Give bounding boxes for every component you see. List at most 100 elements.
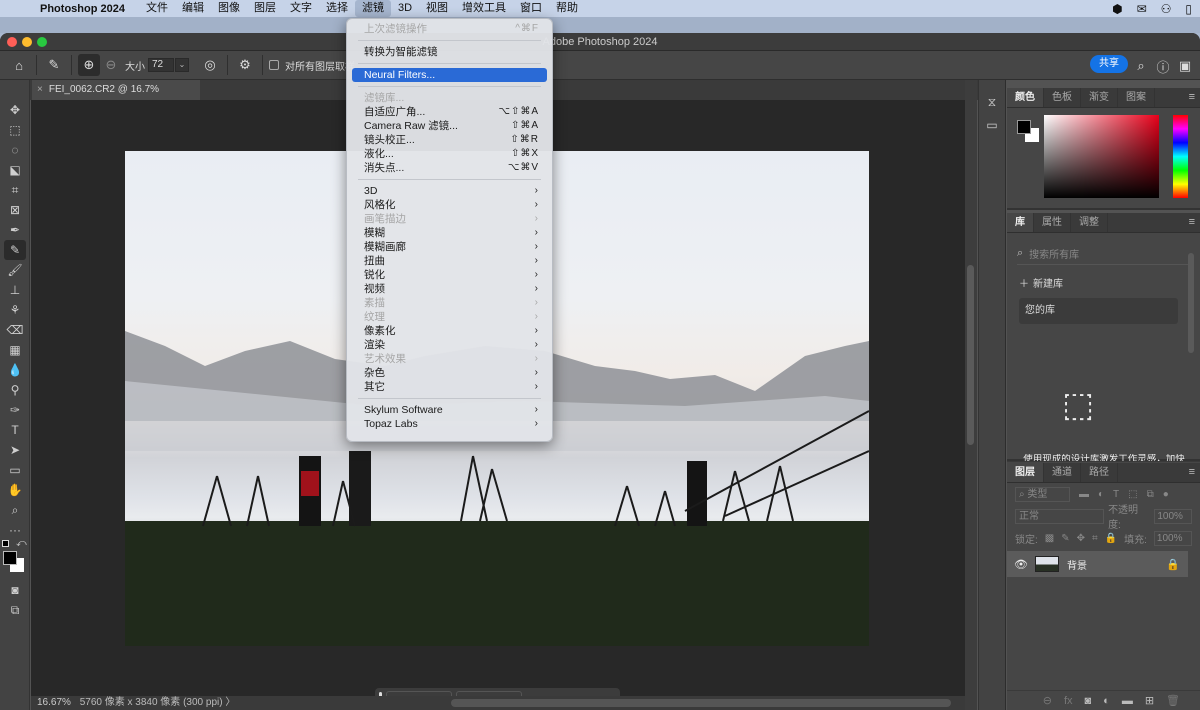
menu-file[interactable]: 文件: [139, 0, 175, 17]
color-field[interactable]: [1044, 115, 1159, 198]
extension-icon[interactable]: ⬢: [1112, 2, 1122, 16]
filter-menu-item[interactable]: 其它 ›: [352, 380, 547, 394]
tab-gradients[interactable]: 渐变: [1081, 88, 1118, 107]
filter-menu-item[interactable]: 消失点... ⌥⌘V: [352, 161, 547, 175]
library-search-input[interactable]: 搜索所有库: [1029, 246, 1079, 261]
gear-icon[interactable]: ⚙: [234, 54, 256, 76]
close-tab-icon[interactable]: ×: [37, 84, 43, 95]
foreground-color-swatch[interactable]: [3, 551, 17, 565]
tab-paths[interactable]: 路径: [1081, 463, 1118, 482]
swap-colors-icon[interactable]: ⤺: [16, 538, 27, 549]
new-adjustment-layer-icon[interactable]: ◐: [1103, 695, 1110, 707]
blur-tool-icon[interactable]: 💧: [0, 360, 30, 380]
size-input[interactable]: 72: [148, 58, 174, 72]
opacity-input[interactable]: 100%: [1154, 508, 1192, 524]
lock-all-icon[interactable]: 🔒: [1105, 533, 1117, 544]
lock-pixels-icon[interactable]: ✎: [1061, 533, 1069, 544]
filter-menu-item[interactable]: 视频 ›: [352, 282, 547, 296]
filter-menu-item[interactable]: 3D ›: [352, 184, 547, 198]
wechat-icon[interactable]: ✉: [1137, 2, 1147, 16]
home-icon[interactable]: ⌂: [8, 54, 30, 76]
menu-filter[interactable]: 滤镜: [354, 0, 391, 17]
tab-channels[interactable]: 通道: [1044, 463, 1081, 482]
lock-position-icon[interactable]: ✥: [1077, 533, 1085, 544]
filter-menu-item[interactable]: 像素化 ›: [352, 324, 547, 338]
filter-menu-item[interactable]: 杂色 ›: [352, 366, 547, 380]
library-search[interactable]: ⌕ 搜索所有库: [1017, 243, 1190, 265]
zoom-tool-icon[interactable]: ⌕: [0, 500, 30, 520]
filter-menu-item[interactable]: 扭曲 ›: [352, 254, 547, 268]
default-colors-icon[interactable]: [2, 540, 9, 547]
menu-edit[interactable]: 编辑: [175, 0, 211, 17]
type-tool-icon[interactable]: T: [0, 420, 30, 440]
visibility-eye-icon[interactable]: 👁: [1007, 558, 1035, 571]
zoom-level[interactable]: 16.67%: [37, 697, 71, 708]
history-panel-icon[interactable]: ⧖: [979, 95, 1005, 110]
more-tools-icon[interactable]: ···: [0, 520, 30, 540]
menu-select[interactable]: 选择: [319, 0, 355, 17]
fill-input[interactable]: 100%: [1153, 530, 1192, 546]
filter-menu-item[interactable]: 镜头校正... ⇧⌘R: [352, 133, 547, 147]
color-swatches[interactable]: ⤺: [0, 538, 29, 580]
blend-mode-select[interactable]: 正常: [1015, 508, 1105, 524]
tab-color[interactable]: 颜色: [1007, 88, 1044, 107]
filter-menu-item[interactable]: Skylum Software ›: [352, 403, 547, 417]
layer-style-fx-icon[interactable]: fx: [1064, 695, 1073, 707]
subtract-mode-icon[interactable]: ⊖: [100, 54, 122, 76]
lock-transparency-icon[interactable]: ▩: [1045, 533, 1054, 544]
gradient-tool-icon[interactable]: ▦: [0, 340, 30, 360]
menu-plugins[interactable]: 增效工具: [455, 0, 513, 17]
healing-brush-tool-icon[interactable]: ✎: [4, 240, 26, 260]
path-selection-tool-icon[interactable]: ➤: [0, 440, 30, 460]
menu-image[interactable]: 图像: [211, 0, 247, 17]
mouse-icon[interactable]: ▯: [1185, 2, 1192, 16]
library-scrollbar[interactable]: [1188, 253, 1194, 353]
healing-brush-tool-icon[interactable]: ✎: [43, 54, 65, 76]
pen-tool-icon[interactable]: ✑: [0, 400, 30, 420]
vertical-scrollbar[interactable]: [965, 80, 977, 710]
panel-menu-icon[interactable]: ≡: [1189, 216, 1195, 228]
filter-menu-item[interactable]: Camera Raw 滤镜... ⇧⌘A: [352, 119, 547, 133]
new-layer-icon[interactable]: ⊞: [1145, 694, 1154, 707]
creative-cloud-icon[interactable]: ⚇: [1161, 2, 1172, 16]
lock-artboard-icon[interactable]: ⌗: [1092, 533, 1098, 544]
filter-smart-object-icon[interactable]: ⧉: [1147, 489, 1154, 500]
info-arrow[interactable]: 〉: [225, 697, 235, 708]
share-button[interactable]: 共享: [1090, 55, 1128, 73]
panel-menu-icon[interactable]: ≡: [1189, 91, 1195, 103]
panel-menu-icon[interactable]: ≡: [1189, 466, 1195, 478]
menu-layer[interactable]: 图层: [247, 0, 283, 17]
filter-menu-item[interactable]: 渲染 ›: [352, 338, 547, 352]
link-layers-icon[interactable]: ⊖: [1043, 694, 1052, 707]
filter-menu-item[interactable]: 转换为智能滤镜: [352, 45, 547, 59]
vertical-scrollbar-thumb[interactable]: [967, 265, 974, 445]
hue-slider[interactable]: [1173, 115, 1188, 198]
horizontal-scrollbar[interactable]: [451, 699, 951, 707]
quick-mask-icon[interactable]: ◙: [0, 580, 30, 600]
document-tab[interactable]: ×FEI_0062.CR2 @ 16.7%(RGB/16): [32, 80, 200, 115]
new-library-button[interactable]: ＋新建库: [1019, 275, 1200, 290]
filter-menu-item[interactable]: 模糊 ›: [352, 226, 547, 240]
tab-properties[interactable]: 属性: [1034, 213, 1071, 232]
filter-toggle[interactable]: ●: [1163, 489, 1169, 500]
filter-menu-item[interactable]: 自适应广角... ⌥⇧⌘A: [352, 105, 547, 119]
app-menu[interactable]: Photoshop 2024: [40, 3, 125, 15]
brush-tool-icon[interactable]: 🖌: [0, 260, 30, 280]
foreground-color-chip[interactable]: [1017, 120, 1031, 134]
tab-swatches[interactable]: 色板: [1044, 88, 1081, 107]
eyedropper-tool-icon[interactable]: ✒: [0, 220, 30, 240]
crop-tool-icon[interactable]: ⌗: [0, 180, 30, 200]
history-brush-tool-icon[interactable]: ⚘: [0, 300, 30, 320]
filter-menu-item[interactable]: 液化... ⇧⌘X: [352, 147, 547, 161]
menu-view[interactable]: 视图: [419, 0, 455, 17]
your-library-item[interactable]: 您的库: [1019, 298, 1178, 324]
dodge-tool-icon[interactable]: ⚲: [0, 380, 30, 400]
workspace-icon[interactable]: ▣: [1174, 55, 1196, 77]
menu-window[interactable]: 窗口: [513, 0, 549, 17]
add-mask-icon[interactable]: ◙: [1085, 695, 1092, 707]
lasso-tool-icon[interactable]: ◌: [0, 140, 30, 160]
size-dropdown-icon[interactable]: ⌄: [175, 58, 189, 72]
search-icon[interactable]: ⌕: [1130, 55, 1152, 77]
filter-type-icon[interactable]: T: [1113, 489, 1119, 500]
tab-adjustments[interactable]: 调整: [1071, 213, 1108, 232]
